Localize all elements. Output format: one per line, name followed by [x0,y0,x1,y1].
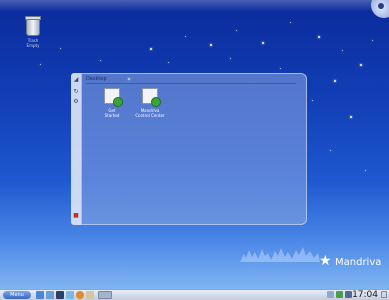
star [185,36,186,37]
link-badge-icon [151,97,161,107]
show-desktop-icon[interactable] [381,291,387,298]
star [262,42,264,44]
star [60,48,61,49]
title-divider [86,83,296,84]
taskbar: Menu 17:04 [0,289,389,300]
star [40,64,41,65]
star [372,40,373,41]
trash-desktop-icon[interactable]: Trash Empty [17,16,49,48]
star [365,170,366,171]
mandriva-star-icon: ★ [319,253,332,269]
crowd-silhouette-icon [240,247,320,262]
terminal-launcher-icon[interactable] [56,291,64,299]
mail-launcher-icon[interactable] [86,291,94,299]
star [318,36,320,38]
desktop: Trash Empty ◢ ↻ ⚙ ■ Desktop Get Started … [0,0,389,300]
get-started-label: Get Started [104,108,120,118]
pager-icon[interactable] [98,291,112,299]
folder-view-title: Desktop [86,76,107,82]
star [168,62,169,63]
control-center-icon[interactable]: Mandriva Control Center [132,88,168,118]
document-icon [142,88,161,107]
star [312,100,313,101]
mandriva-logo-text: Mandriva [335,257,382,268]
star [334,80,336,82]
file-manager-launcher-icon[interactable] [46,291,54,299]
rotate-icon[interactable]: ↻ [73,89,79,95]
network-icon[interactable] [336,291,343,298]
star [342,50,343,51]
resize-icon[interactable]: ◢ [73,77,79,83]
config-launcher-icon[interactable] [66,291,74,299]
close-widget-icon[interactable]: ■ [73,213,79,219]
get-started-icon[interactable]: Get Started [94,88,130,118]
browser-launcher-icon[interactable] [76,291,84,299]
trash-label: Trash Empty [26,38,40,48]
volume-icon[interactable] [345,291,352,298]
desktop-launcher-icon[interactable] [36,291,44,299]
star [230,58,231,59]
trash-icon [25,16,41,36]
document-icon [104,88,123,107]
top-glow [0,0,389,12]
star [360,64,362,66]
folder-view-widget[interactable]: ◢ ↻ ⚙ ■ Desktop Get Started Mandriva Con… [71,73,307,225]
star [150,48,152,50]
start-menu-button[interactable]: Menu [3,291,31,299]
notifier-icon[interactable] [327,291,334,298]
corner-toolbox-icon[interactable] [371,0,389,18]
star [350,116,352,118]
configure-icon[interactable]: ⚙ [73,99,79,105]
link-badge-icon [113,97,123,107]
folder-view-panel: Desktop Get Started Mandriva Control Cen… [81,73,307,225]
clock[interactable]: 17:04 [352,290,378,300]
star [280,68,281,69]
star [290,22,291,23]
menu-label: Menu [10,292,24,298]
widget-handle[interactable]: ◢ ↻ ⚙ ■ [71,73,81,225]
control-center-label: Mandriva Control Center [135,108,165,118]
star [330,150,331,151]
star [210,44,212,46]
star [236,30,237,31]
mandriva-logo: ★ Mandriva [240,240,382,270]
star [100,60,101,61]
